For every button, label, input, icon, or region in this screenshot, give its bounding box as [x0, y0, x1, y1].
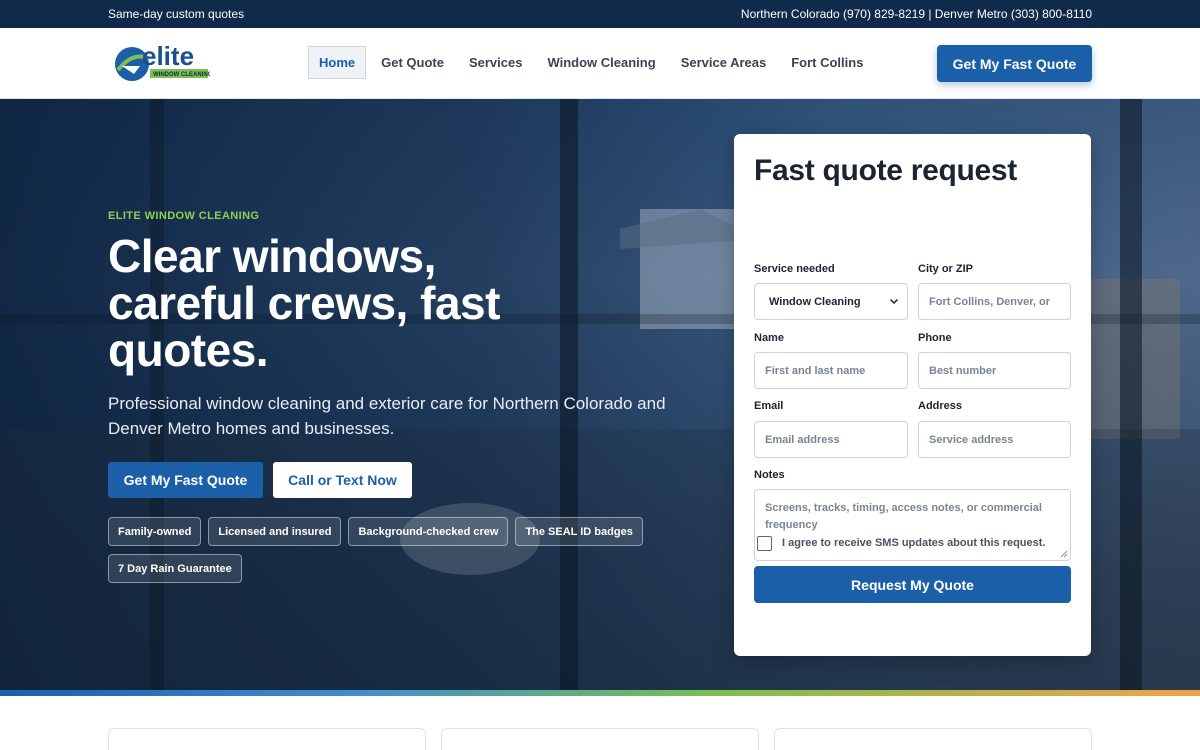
trust-badge: Licensed and insured [208, 517, 342, 546]
service-select[interactable]: Window Cleaning [754, 283, 908, 320]
email-input[interactable]: Email address [754, 421, 908, 458]
sms-consent-label[interactable]: I agree to receive SMS updates about thi… [782, 537, 1045, 549]
city-zip-input[interactable]: Fort Collins, Denver, or [918, 283, 1071, 320]
hero-title: Clear windows, careful crews, fast quote… [108, 230, 500, 376]
nav-fort-collins[interactable]: Fort Collins [781, 46, 873, 79]
trust-badges: Family-owned Licensed and insured Backgr… [108, 517, 678, 583]
hero-section: ELITE WINDOW CLEANING Clear windows, car… [0, 99, 1200, 691]
sms-consent-checkbox[interactable] [757, 536, 772, 551]
feature-card [441, 728, 759, 750]
name-label: Name [754, 332, 784, 344]
site-logo[interactable]: elite WINDOW CLEANING [112, 40, 210, 84]
address-input[interactable]: Service address [918, 421, 1071, 458]
nav-services[interactable]: Services [459, 46, 533, 79]
hero-subtitle: Professional window cleaning and exterio… [108, 394, 666, 438]
nav-service-areas[interactable]: Service Areas [671, 46, 777, 79]
service-select-value: Window Cleaning [769, 295, 861, 308]
nav-window-cleaning[interactable]: Window Cleaning [537, 46, 665, 79]
service-label: Service needed [754, 263, 835, 275]
hero-call-button[interactable]: Call or Text Now [273, 462, 412, 498]
feature-card [108, 728, 426, 750]
header-quote-button[interactable]: Get My Fast Quote [937, 45, 1092, 82]
top-bar-phone-numbers[interactable]: Northern Colorado (970) 829-8219 | Denve… [741, 7, 1092, 21]
email-label: Email [754, 400, 784, 412]
trust-badge: Family-owned [108, 517, 202, 546]
resize-handle-icon[interactable] [1060, 550, 1068, 558]
form-title: Fast quote request [754, 154, 1017, 187]
hero-eyebrow: ELITE WINDOW CLEANING [108, 210, 260, 222]
trust-badge: The SEAL ID badges [515, 517, 643, 546]
feature-card [774, 728, 1092, 750]
top-bar-tagline: Same-day custom quotes [108, 7, 245, 21]
trust-badge: Background-checked crew [348, 517, 509, 546]
quote-request-form: Fast quote request Service needed Window… [734, 134, 1091, 656]
accent-strip [0, 690, 1200, 696]
nav-get-quote[interactable]: Get Quote [371, 46, 454, 79]
site-header: elite WINDOW CLEANING Home Get Quote Ser… [0, 28, 1200, 99]
notes-label: Notes [754, 469, 785, 481]
city-label: City or ZIP [918, 263, 974, 275]
nav-home[interactable]: Home [308, 46, 367, 79]
top-bar: Same-day custom quotes Northern Colorado… [0, 0, 1200, 28]
main-nav: Home Get Quote Services Window Cleaning … [308, 46, 878, 79]
hero-quote-button[interactable]: Get My Fast Quote [108, 462, 263, 498]
address-label: Address [918, 400, 963, 412]
logo-word: elite [142, 41, 194, 71]
notes-textarea[interactable]: Screens, tracks, timing, access notes, o… [754, 489, 1071, 561]
name-input[interactable]: First and last name [754, 352, 908, 389]
chevron-down-icon [889, 298, 899, 305]
phone-input[interactable]: Best number [918, 352, 1071, 389]
request-quote-button[interactable]: Request My Quote [754, 566, 1071, 603]
logo-tagline: WINDOW CLEANING [153, 72, 210, 78]
trust-badge: 7 Day Rain Guarantee [108, 554, 242, 583]
notes-placeholder: Screens, tracks, timing, access notes, o… [765, 502, 1042, 531]
phone-label: Phone [918, 332, 952, 344]
